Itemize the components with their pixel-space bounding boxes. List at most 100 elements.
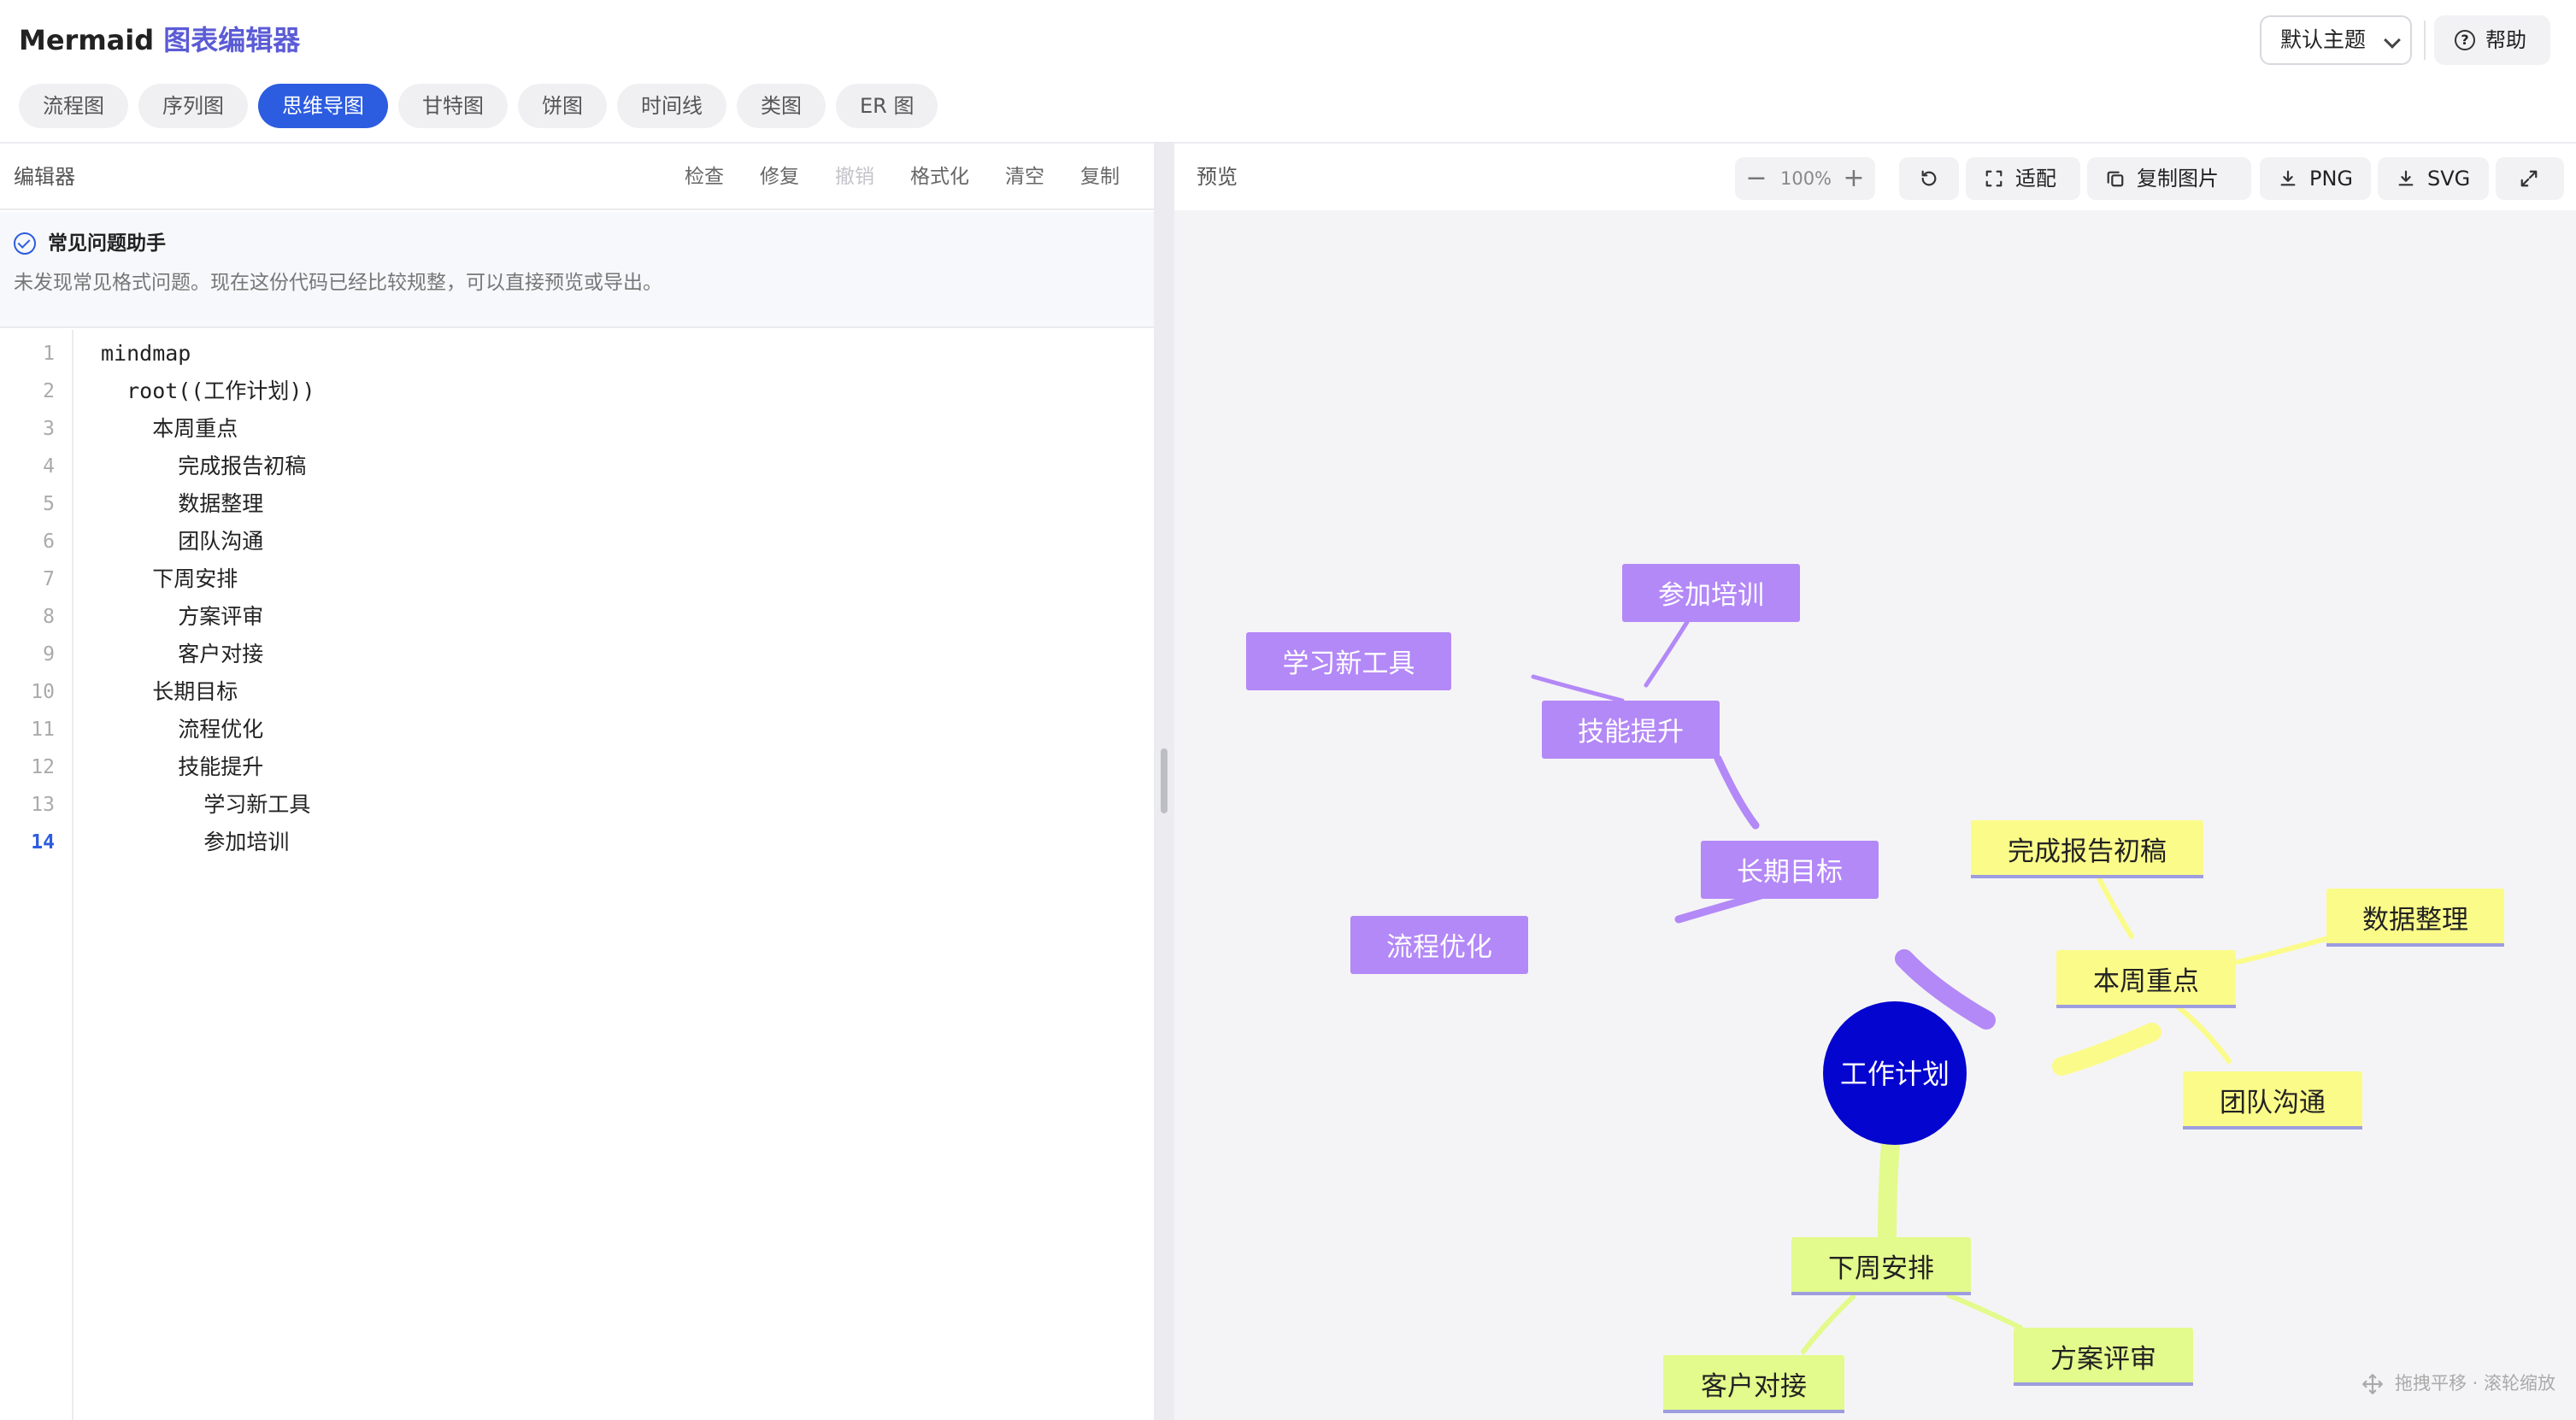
fix-button[interactable]: 修复 xyxy=(760,162,799,191)
theme-select[interactable]: 默认主题 xyxy=(2260,15,2412,65)
preview-canvas[interactable]: 工作计划 长期目标 技能提升 学习新工具 参加培训 流程优化 本周重点 完成报告… xyxy=(1174,212,2576,1420)
line-number: 8 xyxy=(43,606,55,628)
fit-screen-icon xyxy=(1985,170,2003,187)
node-label: 学习新工具 xyxy=(1283,648,1415,679)
preview-toolbar: 预览 − 100% + 适配 复制图片 PNG SVG xyxy=(1174,144,2576,210)
pane-splitter[interactable] xyxy=(1154,144,1174,1420)
zoom-out-button[interactable]: − xyxy=(1744,157,1769,200)
line-number: 5 xyxy=(43,493,55,515)
node-label: 技能提升 xyxy=(1578,717,1684,748)
fullscreen-button[interactable] xyxy=(2496,157,2564,200)
tab-sequence[interactable]: 序列图 xyxy=(138,84,248,128)
zoom-control: − 100% + xyxy=(1735,157,1875,200)
copy-image-button[interactable]: 复制图片 xyxy=(2087,157,2251,200)
line-number: 4 xyxy=(43,455,55,478)
app-title: Mermaid 图表编辑器 xyxy=(19,21,300,60)
tab-er[interactable]: ER 图 xyxy=(836,84,938,128)
tab-mindmap[interactable]: 思维导图 xyxy=(258,84,388,128)
tab-pie[interactable]: 饼图 xyxy=(518,84,607,128)
edge-this-week-data xyxy=(2235,936,2331,965)
node-label: 客户对接 xyxy=(1701,1371,1807,1402)
code-line[interactable]: 完成报告初稿 xyxy=(101,448,306,485)
tab-flowchart[interactable]: 流程图 xyxy=(19,84,128,128)
canvas-hint: 拖拽平移 · 滚轮缩放 xyxy=(2361,1370,2555,1396)
edge-next-week-client xyxy=(1801,1294,1856,1354)
mindmap-node-data: 数据整理 xyxy=(2326,889,2504,947)
export-svg-button[interactable]: SVG xyxy=(2378,157,2489,200)
code-line[interactable]: 流程优化 xyxy=(101,711,263,748)
mindmap-node-training: 参加培训 xyxy=(1622,564,1800,622)
help-button[interactable]: ? 帮助 xyxy=(2434,15,2550,65)
diagram-type-tabs: 流程图 序列图 思维导图 甘特图 饼图 时间线 类图 ER 图 xyxy=(19,84,938,128)
node-label: 本周重点 xyxy=(2093,966,2199,997)
code-editor[interactable]: 1 2 3 4 5 6 7 8 9 10 11 12 13 14 mindmap root((工作计划))… xyxy=(0,330,1154,1420)
line-number: 12 xyxy=(31,756,55,778)
mindmap-node-next-week: 下周安排 xyxy=(1791,1237,1971,1295)
node-label: 下周安排 xyxy=(1828,1253,1934,1284)
help-button-label: 帮助 xyxy=(2485,28,2526,52)
edge-this-week-report xyxy=(2097,876,2134,939)
editor-toolbar: 编辑器 检查 修复 撤销 格式化 清空 复制 xyxy=(0,144,1154,210)
copy-button[interactable]: 复制 xyxy=(1080,162,1120,191)
editor-title: 编辑器 xyxy=(14,165,75,189)
rotate-ccw-icon xyxy=(1921,170,1937,186)
undo-button[interactable]: 撤销 xyxy=(835,162,874,191)
fit-button[interactable]: 适配 xyxy=(1966,157,2080,200)
code-line[interactable]: 学习新工具 xyxy=(101,786,310,824)
fit-button-label: 适配 xyxy=(2015,167,2056,191)
line-number: 14 xyxy=(31,831,55,854)
line-number: 9 xyxy=(43,643,55,666)
edge-long-term-skill xyxy=(1714,754,1760,830)
assistant-title: 常见问题助手 xyxy=(48,232,166,255)
check-button[interactable]: 检查 xyxy=(685,162,724,191)
editor-pane: 编辑器 检查 修复 撤销 格式化 清空 复制 常见问题助手 未发现常见格式问题。… xyxy=(0,144,1154,1420)
code-line[interactable]: 技能提升 xyxy=(101,748,263,786)
splitter-drag-handle[interactable] xyxy=(1161,748,1167,813)
line-number: 1 xyxy=(43,343,55,365)
mindmap-node-team: 团队沟通 xyxy=(2183,1071,2362,1130)
mindmap-node-process: 流程优化 xyxy=(1350,916,1528,974)
code-line[interactable]: 本周重点 xyxy=(101,410,238,448)
move-icon xyxy=(2362,1374,2384,1394)
code-line[interactable]: 下周安排 xyxy=(101,560,238,598)
node-label: 参加培训 xyxy=(1658,580,1764,611)
copy-image-label: 复制图片 xyxy=(2137,167,2219,191)
format-button[interactable]: 格式化 xyxy=(910,162,969,191)
edge-root-this-week xyxy=(2052,1023,2161,1076)
mindmap-root-label: 工作计划 xyxy=(1840,1058,1950,1090)
mindmap-node-skill: 技能提升 xyxy=(1542,701,1720,759)
code-line[interactable]: 数据整理 xyxy=(101,485,263,523)
code-line[interactable]: 参加培训 xyxy=(101,824,289,861)
tab-class[interactable]: 类图 xyxy=(737,84,826,128)
tab-gantt[interactable]: 甘特图 xyxy=(398,84,508,128)
zoom-level: 100% xyxy=(1779,168,1832,189)
app-header: Mermaid 图表编辑器 流程图 序列图 思维导图 甘特图 饼图 时间线 类图… xyxy=(0,0,2576,144)
export-svg-label: SVG xyxy=(2427,167,2471,191)
code-line[interactable]: 方案评审 xyxy=(101,598,263,636)
app-title-brand: Mermaid xyxy=(19,24,155,56)
app-window: Mermaid 图表编辑器 流程图 序列图 思维导图 甘特图 饼图 时间线 类图… xyxy=(0,0,2576,1420)
download-icon xyxy=(2280,170,2296,186)
node-label: 流程优化 xyxy=(1386,932,1492,963)
mindmap-diagram: 工作计划 长期目标 技能提升 学习新工具 参加培训 流程优化 本周重点 完成报告… xyxy=(1246,564,2504,1413)
zoom-in-button[interactable]: + xyxy=(1841,157,1867,200)
code-line[interactable]: 客户对接 xyxy=(101,636,263,673)
mindmap-node-client: 客户对接 xyxy=(1663,1355,1844,1413)
code-line[interactable]: 长期目标 xyxy=(101,673,238,711)
assistant-message: 未发现常见格式问题。现在这份代码已经比较规整，可以直接预览或导出。 xyxy=(14,272,662,294)
code-line[interactable]: mindmap xyxy=(101,335,191,373)
clear-button[interactable]: 清空 xyxy=(1005,162,1044,191)
export-png-label: PNG xyxy=(2309,167,2354,191)
export-png-button[interactable]: PNG xyxy=(2260,157,2371,200)
node-label: 长期目标 xyxy=(1737,857,1843,888)
line-number-gutter: 1 2 3 4 5 6 7 8 9 10 11 12 13 14 xyxy=(0,330,74,1420)
preview-title: 预览 xyxy=(1197,165,1238,189)
mindmap-node-report: 完成报告初稿 xyxy=(1971,820,2203,878)
edge-skill-training xyxy=(1644,619,1690,688)
tab-timeline[interactable]: 时间线 xyxy=(617,84,726,128)
code-line[interactable]: root((工作计划)) xyxy=(101,373,315,410)
app-title-suffix: 图表编辑器 xyxy=(163,24,301,56)
code-line[interactable]: 团队沟通 xyxy=(101,523,263,560)
node-label: 方案评审 xyxy=(2050,1344,2156,1375)
reset-view-button[interactable] xyxy=(1899,157,1959,200)
